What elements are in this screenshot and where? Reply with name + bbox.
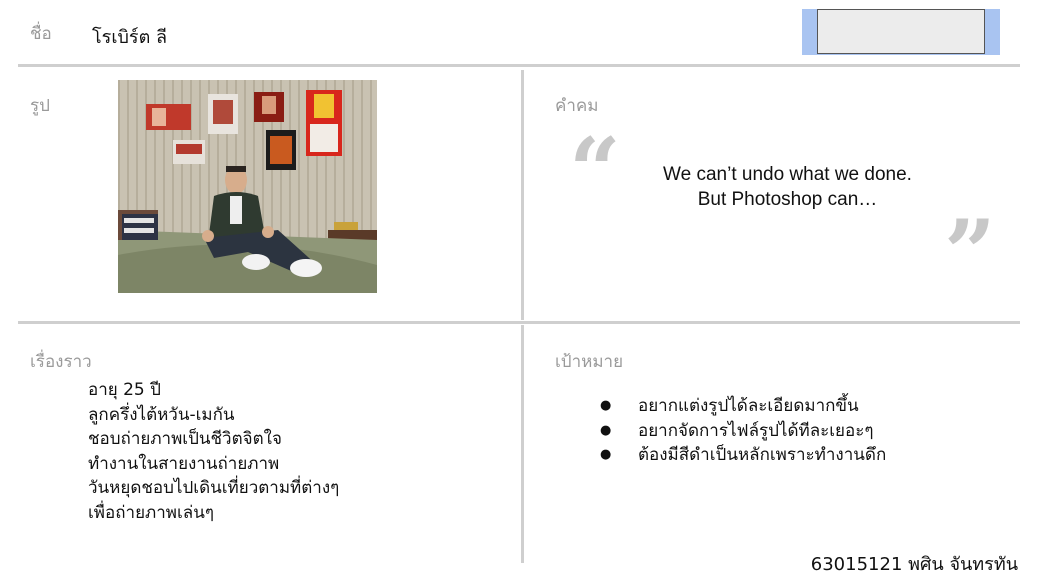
story-label: เรื่องราว (30, 352, 92, 372)
story-line: ลูกครึ่งไต้หวัน-เมกัน (88, 404, 235, 425)
middle-divider (18, 321, 1020, 324)
image-placeholder-box[interactable] (817, 9, 985, 54)
story-line: เพื่อถ่ายภาพเล่นๆ (88, 502, 214, 523)
bottom-column-divider (521, 325, 524, 563)
quote-line: But Photoshop can… (697, 189, 878, 210)
goal-item: อยากจัดการไฟล์รูปได้ทีละเยอะๆ (600, 419, 886, 444)
photo-label: รูป (30, 96, 50, 116)
story-line: วันหยุดชอบไปเดินเที่ยวตามที่ต่างๆ (88, 478, 340, 499)
close-quote-icon: ” (944, 200, 996, 306)
top-column-divider (521, 70, 524, 320)
author-credit: 63015121 พศิน จันทรทัน (810, 554, 1018, 575)
goal-item: ต้องมีสีดำเป็นหลักเพราะทำงานดึก (600, 443, 886, 468)
story-line: อายุ 25 ปี (88, 380, 161, 400)
name-label: ชื่อ (30, 24, 52, 44)
quote-text: We can’t undo what we done. But Photosho… (620, 162, 955, 212)
story-text: อายุ 25 ปี ลูกครึ่งไต้หวัน-เมกัน ชอบถ่าย… (88, 378, 339, 526)
quote-label: คำคม (555, 96, 599, 116)
story-line: ชอบถ่ายภาพเป็นชีวิตจิตใจ (88, 429, 282, 450)
open-quote-icon: “ (569, 118, 621, 224)
persona-name: โรเบิร์ต ลี (92, 27, 168, 48)
goal-item: อยากแต่งรูปได้ละเอียดมากขึ้น (600, 394, 886, 419)
header-divider (18, 64, 1020, 67)
persona-photo (118, 80, 377, 293)
quote-line: We can’t undo what we done. (663, 164, 912, 185)
goals-list: อยากแต่งรูปได้ละเอียดมากขึ้น อยากจัดการไ… (600, 394, 886, 468)
story-line: ทำงานในสายงานถ่ายภาพ (88, 453, 280, 474)
goals-label: เป้าหมาย (555, 352, 624, 372)
persona-photo-illustration (118, 80, 377, 293)
